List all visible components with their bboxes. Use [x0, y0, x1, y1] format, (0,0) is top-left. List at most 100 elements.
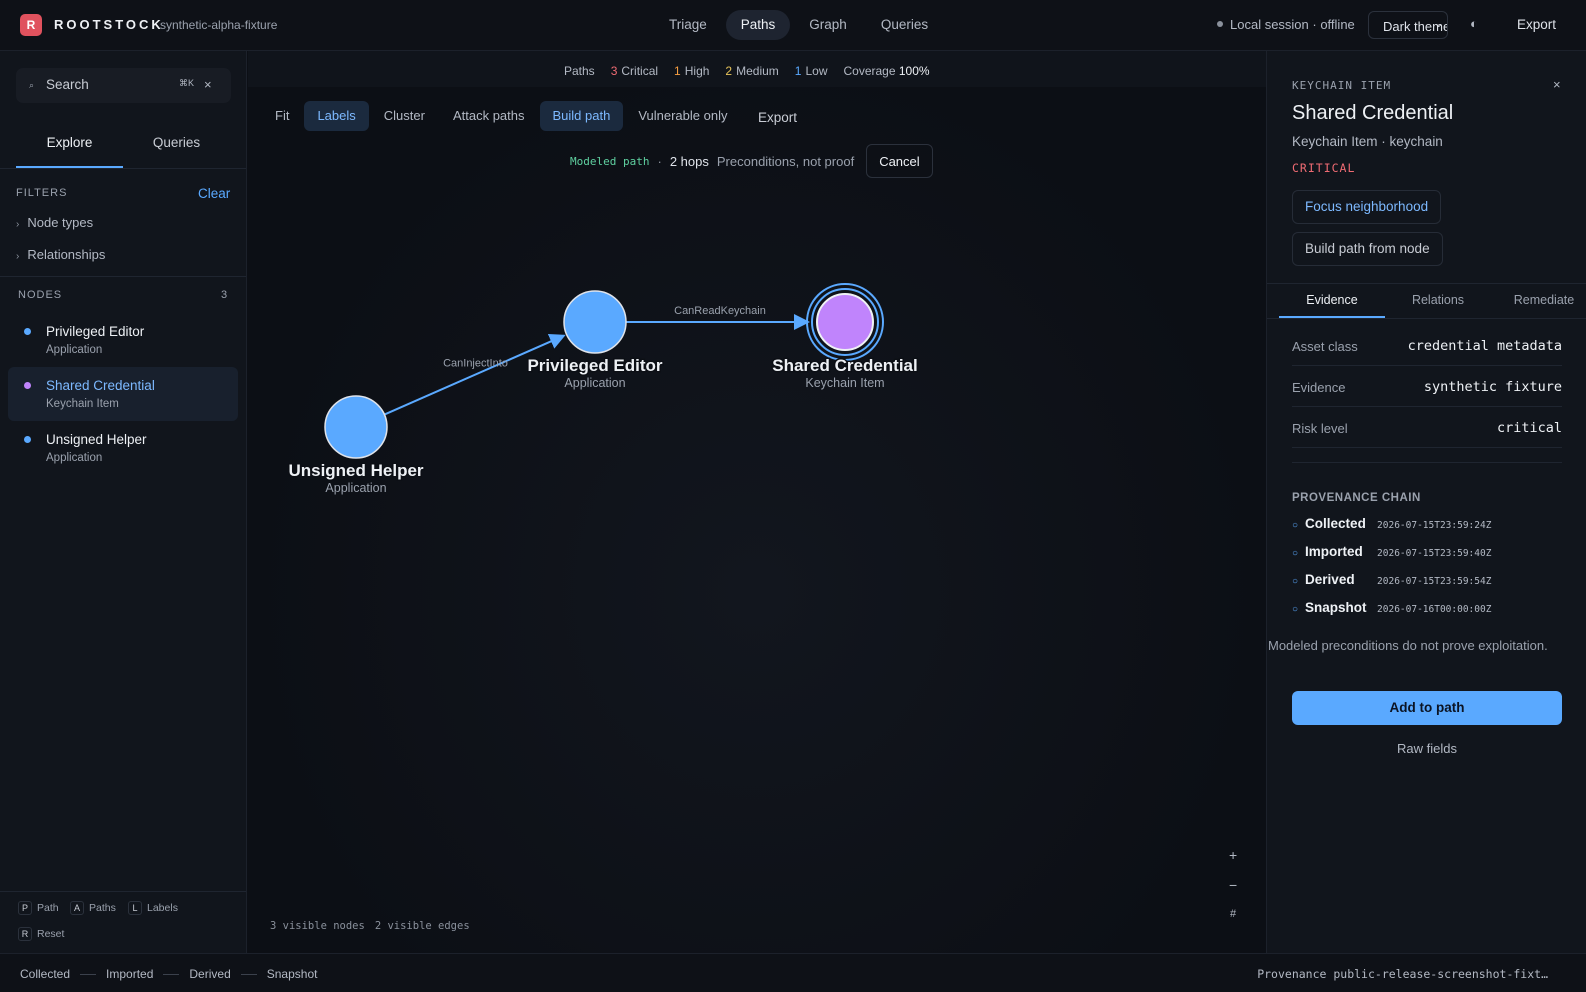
- provenance-footer: Provenance public-release-screenshot-fix…: [1257, 967, 1548, 981]
- node-type: Keychain Item: [46, 398, 119, 410]
- disclaimer-note: Modeled preconditions do not prove explo…: [1268, 638, 1548, 653]
- timeline-step: Collected: [20, 967, 71, 981]
- timeline-step: Imported: [106, 967, 154, 981]
- field-key: Evidence: [1292, 380, 1346, 395]
- visible-nodes: 3 visible nodes: [270, 920, 365, 932]
- shortcut-path: P Path: [18, 901, 59, 915]
- divider: [1267, 318, 1586, 319]
- shortcut-label: Labels: [147, 902, 178, 914]
- detail-panel: KEYCHAIN ITEM × Shared Credential Keycha…: [1266, 51, 1586, 953]
- filter-node-types[interactable]: › Node types: [16, 215, 93, 230]
- shortcut-reset: R Reset: [18, 927, 64, 941]
- raw-fields-button[interactable]: Raw fields: [1292, 741, 1562, 756]
- app-logo: R: [20, 14, 42, 36]
- timeline-step: Snapshot: [266, 967, 318, 981]
- divider: [1292, 462, 1562, 463]
- tab-relations[interactable]: Relations: [1385, 285, 1491, 318]
- clear-filters-button[interactable]: Clear: [198, 186, 230, 201]
- field-key: Risk level: [1292, 421, 1348, 436]
- node-dot-icon: [24, 382, 31, 389]
- graph-canvas[interactable]: Paths 3 Critical 1 High 2 Medium 1 Low Cover…: [248, 51, 1266, 953]
- node-type: Application: [564, 376, 625, 390]
- node-type: Application: [46, 452, 103, 464]
- provenance-time: 2026-07-16T00:00:00Z: [1377, 604, 1492, 615]
- zoom-out-button[interactable]: −: [1229, 877, 1237, 893]
- tab-queries[interactable]: Queries: [123, 133, 230, 168]
- filter-label: Relationships: [27, 247, 106, 262]
- nav-tab-graph[interactable]: Graph: [794, 10, 862, 40]
- zoom-in-button[interactable]: +: [1229, 847, 1237, 863]
- fixture-name: synthetic-alpha-fixture: [160, 18, 278, 32]
- visible-edges: 2 visible edges: [374, 920, 470, 932]
- provenance-item: ○ Snapshot 2026-07-16T00:00:00Z: [1292, 600, 1491, 615]
- shortcut-key: L: [128, 901, 142, 915]
- nav-tab-triage[interactable]: Triage: [654, 10, 722, 40]
- list-item[interactable]: Unsigned Helper Application: [8, 421, 238, 475]
- chevron-right-icon: ›: [16, 251, 20, 262]
- shortcut-labels: L Labels: [128, 901, 178, 915]
- top-bar: R ROOTSTOCK synthetic-alpha-fixture Tria…: [0, 0, 1586, 51]
- search-placeholder: Search: [46, 77, 89, 92]
- field-key: Asset class: [1292, 339, 1358, 354]
- divider: [1267, 283, 1586, 284]
- edge-unsigned-editor[interactable]: [383, 333, 566, 416]
- provenance-step: Imported: [1305, 544, 1363, 559]
- field-value: critical: [1496, 420, 1562, 436]
- provenance-step: Collected: [1305, 516, 1366, 531]
- filter-relationships[interactable]: › Relationships: [16, 247, 105, 262]
- timeline-dash: [163, 973, 180, 975]
- node-label: Unsigned Helper: [46, 432, 147, 447]
- node-type: Application: [46, 344, 103, 356]
- node-circle: [563, 290, 627, 354]
- tab-explore[interactable]: Explore: [16, 133, 123, 168]
- graph-node-credential[interactable]: Shared CredentialKeychain Item: [771, 283, 919, 390]
- clear-search-icon[interactable]: ×: [204, 77, 212, 92]
- field-value: credential metadata: [1407, 338, 1562, 354]
- brand-name: ROOTSTOCK: [54, 17, 164, 32]
- build-path-from-node-button[interactable]: Build path from node: [1292, 232, 1443, 266]
- list-item[interactable]: Shared Credential Keychain Item: [8, 367, 238, 421]
- shortcut-label: Path: [37, 902, 59, 914]
- nodes-heading: NODES: [18, 289, 63, 301]
- timeline-dash: [80, 973, 97, 975]
- provenance-step: Snapshot: [1305, 600, 1367, 615]
- field-row: Evidence synthetic fixture: [1292, 366, 1562, 407]
- provenance-item: ○ Imported 2026-07-15T23:59:40Z: [1292, 544, 1491, 559]
- main-nav: Triage Paths Graph Queries: [654, 10, 943, 40]
- theme-select[interactable]: Dark theme ⌄: [1368, 11, 1448, 39]
- detail-subtitle: Keychain Item · keychain: [1292, 134, 1443, 149]
- grid-icon[interactable]: #: [1230, 908, 1236, 920]
- status-dot-icon: [1217, 21, 1223, 27]
- focus-neighborhood-button[interactable]: Focus neighborhood: [1292, 190, 1442, 224]
- nav-tab-queries[interactable]: Queries: [866, 10, 943, 40]
- provenance-time: 2026-07-15T23:59:40Z: [1377, 548, 1492, 559]
- tab-evidence[interactable]: Evidence: [1279, 285, 1385, 318]
- severity-badge: CRITICAL: [1292, 161, 1356, 175]
- graph-node-unsigned[interactable]: Unsigned HelperApplication: [287, 395, 425, 495]
- export-button[interactable]: Export: [1517, 17, 1556, 32]
- edge-label: CanReadKeychain: [674, 305, 766, 317]
- node-dot-icon: [24, 328, 31, 335]
- filter-label: Node types: [27, 215, 94, 230]
- shortcut-label: Paths: [89, 902, 116, 914]
- search-input[interactable]: ⌕ Search ⌘K ×: [16, 68, 231, 103]
- list-item[interactable]: Privileged Editor Application: [8, 313, 238, 367]
- search-icon: ⌕: [29, 80, 35, 90]
- shortcut-paths: A Paths: [70, 901, 116, 915]
- divider: [0, 168, 246, 169]
- graph-node-editor[interactable]: Privileged EditorApplication: [526, 290, 664, 390]
- tab-remediate[interactable]: Remediate: [1491, 285, 1586, 318]
- search-shortcut: ⌘K: [179, 78, 195, 88]
- provenance-time: 2026-07-15T23:59:24Z: [1377, 520, 1492, 531]
- add-to-path-button[interactable]: Add to path: [1292, 691, 1562, 725]
- chevron-right-icon: ›: [16, 219, 20, 230]
- nav-tab-paths[interactable]: Paths: [725, 10, 791, 40]
- contrast-toggle-icon[interactable]: ◐: [1470, 16, 1478, 31]
- timeline-step: Derived: [189, 967, 231, 981]
- shortcut-label: Reset: [37, 928, 65, 940]
- close-icon[interactable]: ×: [1553, 77, 1561, 92]
- provenance-heading: PROVENANCE CHAIN: [1292, 492, 1421, 504]
- divider: [0, 891, 246, 892]
- circle-icon: ○: [1292, 576, 1299, 587]
- provenance-timeline: Collected Imported Derived Snapshot: [20, 967, 317, 981]
